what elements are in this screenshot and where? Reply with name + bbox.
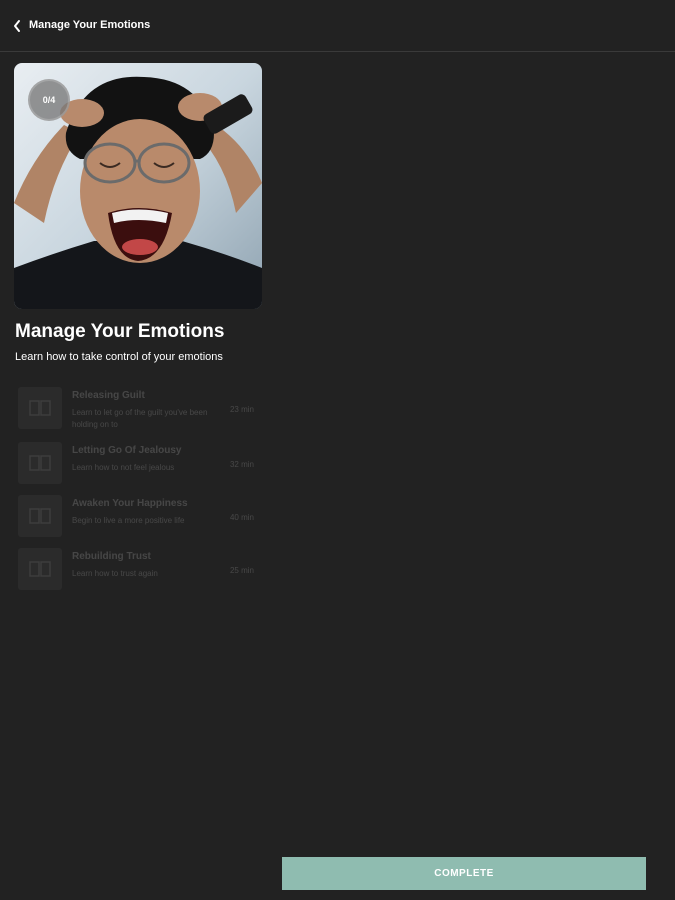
- lesson-item[interactable]: Awaken Your Happiness Begin to live a mo…: [18, 493, 262, 539]
- lesson-thumbnail: [18, 442, 62, 484]
- lesson-duration: 40 min: [229, 513, 254, 522]
- lesson-item[interactable]: Releasing Guilt Learn to let go of the g…: [18, 385, 262, 431]
- chevron-left-icon: [14, 20, 20, 32]
- lesson-description: Learn how to not feel jealous: [72, 463, 175, 472]
- back-button[interactable]: [10, 17, 26, 35]
- book-icon: [29, 561, 51, 577]
- course-subtitle: Learn how to take control of your emotio…: [15, 351, 223, 363]
- book-icon: [29, 508, 51, 524]
- progress-badge: 0/4: [28, 79, 70, 121]
- lesson-thumbnail: [18, 548, 62, 590]
- lesson-title: Releasing Guilt: [72, 390, 145, 401]
- lesson-description: Begin to live a more positive life: [72, 516, 185, 525]
- course-title: Manage Your Emotions: [15, 321, 225, 342]
- lesson-duration: 32 min: [229, 460, 254, 469]
- lesson-title: Letting Go Of Jealousy: [72, 445, 182, 456]
- lesson-thumbnail: [18, 387, 62, 429]
- lesson-description: Learn to let go of the guilt you've been…: [72, 408, 208, 429]
- lesson-thumbnail: [18, 495, 62, 537]
- lesson-title: Awaken Your Happiness: [72, 498, 188, 509]
- lesson-item[interactable]: Rebuilding Trust Learn how to trust agai…: [18, 546, 262, 592]
- lesson-title: Rebuilding Trust: [72, 551, 151, 562]
- lesson-duration: 25 min: [229, 566, 254, 575]
- complete-button[interactable]: COMPLETE: [282, 857, 646, 890]
- top-bar: Manage Your Emotions: [0, 0, 675, 52]
- lesson-item[interactable]: Letting Go Of Jealousy Learn how to not …: [18, 440, 262, 486]
- lesson-duration: 23 min: [229, 405, 254, 414]
- lesson-description: Learn how to trust again: [72, 569, 158, 578]
- book-icon: [29, 455, 51, 471]
- page-title: Manage Your Emotions: [29, 19, 151, 31]
- book-icon: [29, 400, 51, 416]
